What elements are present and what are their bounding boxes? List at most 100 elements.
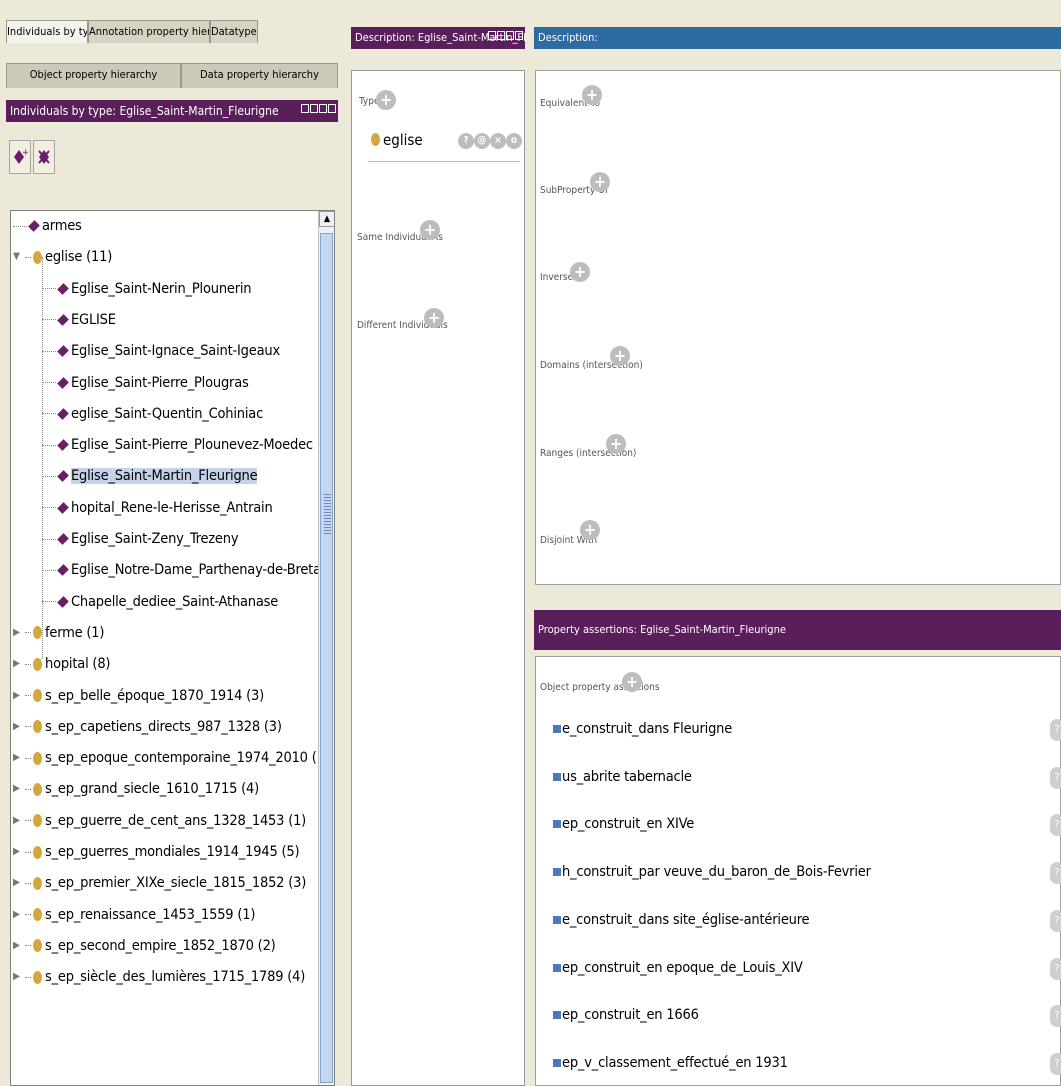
individual-icon [57, 345, 69, 358]
tree-class-node[interactable]: ▶ s_ep_premier_XIXe_siecle_1815_1852 (3) [13, 871, 306, 895]
tree-node-label: s_ep_grand_siecle_1610_1715 (4) [45, 781, 259, 798]
class-icon [33, 689, 42, 702]
tree-class-node[interactable]: ▶ s_ep_epoque_contemporaine_1974_2010 (1) [13, 746, 330, 770]
tree-class-node[interactable]: ▶ s_ep_capetiens_directs_987_1328 (3) [13, 715, 282, 739]
property-assertion-row[interactable]: ep_construit_en XIVe [553, 812, 694, 836]
tree-node-label: ferme (1) [45, 624, 105, 641]
tree-class-node[interactable]: ▶ ferme (1) [13, 621, 104, 645]
delete-individual-icon [38, 150, 50, 164]
tree-individual-node[interactable]: armes [13, 214, 82, 238]
add-subproperty-icon[interactable]: + [590, 172, 610, 192]
collapsed-arrow-icon[interactable]: ▶ [13, 972, 23, 982]
tree-scrollbar[interactable]: ▲ [318, 211, 334, 1085]
object-property-icon [553, 868, 561, 877]
property-assertion-row[interactable]: ep_construit_en 1666 [553, 1003, 699, 1027]
description-title-text: Description: [538, 31, 598, 44]
object-property-icon [553, 772, 561, 781]
tree-class-node[interactable]: ▶ s_ep_grand_siecle_1610_1715 (4) [13, 777, 259, 801]
tree-individual-node[interactable]: Eglise_Saint-Zeny_Trezeny [42, 527, 239, 551]
class-icon [33, 939, 42, 953]
tree-class-node[interactable]: ▶ s_ep_second_empire_1852_1870 (2) [13, 934, 276, 958]
tree-class-node[interactable]: ▼ eglise (11) [13, 245, 112, 269]
scroll-up-arrow-icon[interactable]: ▲ [319, 211, 334, 227]
property-assertion-row[interactable]: e_construit_dans Fleurigne [553, 717, 732, 741]
add-disjoint-icon[interactable]: + [580, 520, 600, 540]
assertion-help-icon[interactable]: ? [1050, 766, 1061, 789]
assertion-text: h_construit_par veuve_du_baron_de_Bois-F… [562, 864, 871, 881]
tree-individual-node[interactable]: EGLISE [42, 308, 116, 332]
tree-class-node[interactable]: ▶ s_ep_guerre_de_cent_ans_1328_1453 (1) [13, 809, 306, 833]
collapsed-arrow-icon[interactable]: ▶ [13, 627, 23, 638]
tree-individual-node[interactable]: Eglise_Notre-Dame_Parthenay-de-Bretagne [42, 558, 335, 582]
tree-individual-node[interactable]: eglise_Saint-Quentin_Cohiniac [42, 402, 263, 426]
tree-node-label: s_ep_epoque_contemporaine_1974_2010 (1) [45, 750, 330, 767]
type-annotate-icon[interactable]: @ [474, 133, 490, 149]
assertion-help-icon[interactable]: ? [1050, 719, 1061, 741]
individuals-panel-title: Individuals by type: Eglise_Saint-Martin… [6, 100, 338, 122]
type-edit-icon[interactable]: o [506, 133, 522, 149]
tab-datatypes[interactable]: Datatypes [210, 20, 258, 43]
property-assertion-row[interactable]: h_construit_par veuve_du_baron_de_Bois-F… [553, 860, 871, 884]
add-range-icon[interactable]: + [606, 434, 626, 454]
svg-text:+: + [22, 148, 28, 158]
collapsed-arrow-icon[interactable]: ▶ [13, 909, 23, 920]
property-assertion-row[interactable]: ep_construit_en epoque_de_Louis_XIV [553, 956, 803, 980]
collapsed-arrow-icon[interactable]: ▶ [13, 847, 23, 857]
type-delete-icon[interactable]: × [490, 133, 506, 149]
tab-individuals-by-type[interactable]: Individuals by type [6, 20, 88, 43]
assertion-text: ep_v_classement_effectué_en 1931 [562, 1054, 788, 1071]
window-controls[interactable] [301, 104, 336, 113]
add-inverse-icon[interactable]: + [570, 262, 590, 282]
add-same-individual-icon[interactable]: + [420, 220, 440, 240]
tab-annotation-property-hierarchy[interactable]: Annotation property hierarchy [88, 20, 210, 43]
individual-icon [57, 376, 69, 389]
tree-class-node[interactable]: ▶ hopital (8) [13, 652, 111, 676]
collapsed-arrow-icon[interactable]: ▶ [13, 659, 23, 669]
add-different-individual-icon[interactable]: + [424, 308, 444, 328]
tab-object-property-hierarchy[interactable]: Object property hierarchy [6, 63, 181, 88]
add-domain-icon[interactable]: + [610, 346, 630, 366]
tree-node-label: Eglise_Notre-Dame_Parthenay-de-Bretagne [71, 562, 335, 579]
collapsed-arrow-icon[interactable]: ▶ [13, 753, 23, 763]
assertion-help-icon[interactable]: ? [1050, 909, 1061, 932]
collapsed-arrow-icon[interactable]: ▶ [13, 690, 23, 701]
property-assertion-row[interactable]: ep_v_classement_effectué_en 1931 [553, 1051, 788, 1075]
tree-individual-node[interactable]: Eglise_Saint-Pierre_Plougras [42, 371, 249, 395]
add-individual-button[interactable]: + [9, 140, 31, 174]
type-help-icon[interactable]: ? [458, 133, 474, 149]
add-type-icon[interactable]: + [376, 90, 396, 110]
tree-individual-node[interactable]: Eglise_Saint-Nerin_Plounerin [42, 277, 252, 301]
property-assertion-row[interactable]: us_abrite tabernacle [553, 765, 692, 789]
class-icon [33, 876, 42, 890]
scroll-thumb[interactable] [320, 233, 333, 1083]
assertion-help-icon[interactable]: ? [1050, 1005, 1061, 1028]
assertion-help-icon[interactable]: ? [1050, 1052, 1061, 1075]
tab-data-property-hierarchy[interactable]: Data property hierarchy [181, 63, 338, 88]
assertion-help-icon[interactable]: ? [1050, 862, 1061, 885]
individuals-tree[interactable]: armes ▼ eglise (11) Eglise_Saint-Nerin_Plou… [10, 210, 335, 1086]
tree-individual-node[interactable]: Eglise_Saint-Ignace_Saint-Igeaux [42, 339, 280, 363]
tree-individual-node[interactable]: Chapelle_dediee_Saint-Athanase [42, 590, 278, 614]
add-object-property-assertion-icon[interactable]: + [622, 672, 642, 692]
collapsed-arrow-icon[interactable]: ▶ [13, 940, 23, 951]
window-controls-middle[interactable] [488, 31, 523, 40]
collapsed-arrow-icon[interactable]: ▶ [13, 815, 23, 826]
property-assertion-row[interactable]: e_construit_dans site_église-antérieure [553, 908, 810, 932]
collapsed-arrow-icon[interactable]: ▶ [13, 721, 23, 732]
tree-individual-node[interactable]: Eglise_Saint-Martin_Fleurigne [42, 464, 258, 488]
tree-individual-node[interactable]: Eglise_Saint-Pierre_Plounevez-Moedec [42, 433, 313, 457]
delete-individual-button[interactable] [33, 140, 55, 174]
add-equivalent-icon[interactable]: + [582, 85, 602, 105]
assertion-help-icon[interactable]: ? [1050, 814, 1061, 837]
collapsed-arrow-icon[interactable]: ▶ [13, 878, 23, 888]
tree-class-node[interactable]: ▶ s_ep_guerres_mondiales_1914_1945 (5) [13, 840, 300, 864]
tree-class-node[interactable]: ▶ s_ep_renaissance_1453_1559 (1) [13, 903, 255, 927]
tree-class-node[interactable]: ▶ s_ep_siècle_des_lumières_1715_1789 (4) [13, 965, 305, 989]
individual-icon [28, 220, 40, 232]
property-assertions-title-text: Property assertions: Eglise_Saint-Martin… [538, 623, 786, 636]
expanded-arrow-icon[interactable]: ▼ [13, 252, 23, 262]
tree-class-node[interactable]: ▶ s_ep_belle_époque_1870_1914 (3) [13, 684, 264, 708]
tree-individual-node[interactable]: hopital_Rene-le-Herisse_Antrain [42, 496, 273, 520]
collapsed-arrow-icon[interactable]: ▶ [13, 784, 23, 794]
assertion-help-icon[interactable]: ? [1050, 957, 1061, 980]
